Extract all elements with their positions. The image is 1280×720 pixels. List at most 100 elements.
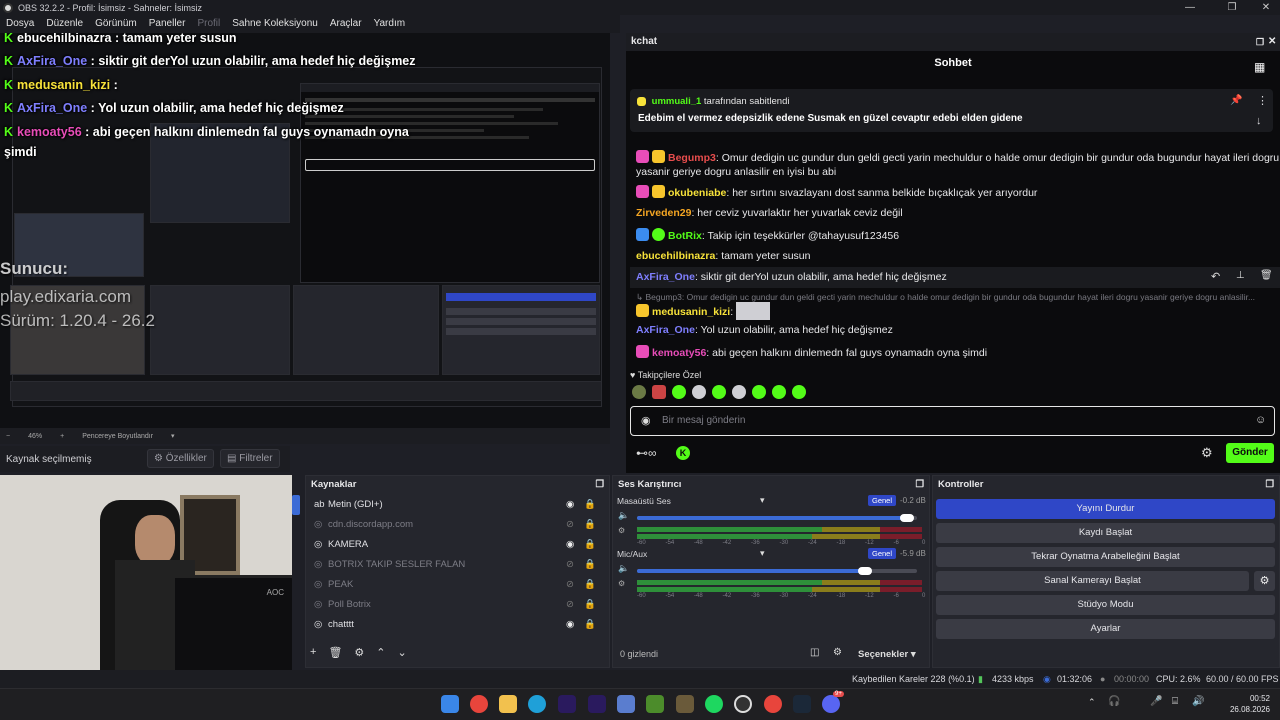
emote-icon[interactable] (632, 385, 646, 399)
channel-mode[interactable]: Genel (868, 548, 897, 559)
channel-mode[interactable]: Genel (868, 495, 897, 506)
add-source-icon[interactable]: + (310, 646, 316, 662)
preview-canvas[interactable]: Kebucehilbinazra : tamam yeter susun K Ax… (0, 33, 610, 428)
lock-icon[interactable]: 🔒 (584, 615, 596, 634)
menu-sahne-koleksiyonu[interactable]: Sahne Koleksiyonu (232, 15, 318, 33)
maximize-icon[interactable]: ❐ (1214, 0, 1250, 15)
zoom-out-icon[interactable]: − (6, 433, 10, 440)
menu-araclar[interactable]: Araçlar (330, 15, 362, 33)
lock-icon[interactable]: 🔒 (584, 495, 596, 514)
menu-dosya[interactable]: Dosya (6, 15, 34, 33)
studio-mode-button[interactable]: Stüdyo Modu (936, 595, 1275, 615)
pin-icon[interactable]: 📌 (1230, 95, 1242, 106)
filters-button[interactable]: ▤ Filtreler (220, 449, 280, 468)
emote-icon[interactable] (752, 385, 766, 399)
source-row[interactable]: ◎ PEAK ⊘ 🔒 (308, 575, 608, 594)
obs-taskbar-icon[interactable] (734, 695, 752, 713)
advanced-audio-icon[interactable]: ⚙ (833, 647, 842, 658)
lock-icon[interactable]: 🔒 (584, 535, 596, 554)
source-row[interactable]: ◎ Poll Botrix ⊘ 🔒 (308, 595, 608, 614)
trash-icon[interactable]: 🗑 (1260, 270, 1273, 281)
emote-icon[interactable] (672, 385, 686, 399)
mic-icon[interactable]: 🎤 (1150, 696, 1162, 707)
virtual-camera-settings-icon[interactable]: ⚙ (1254, 571, 1275, 591)
emote-icon[interactable] (792, 385, 806, 399)
emote-icon[interactable] (712, 385, 726, 399)
remove-source-icon[interactable]: 🗑 (328, 646, 342, 662)
undock-icon[interactable]: ❐ (915, 476, 924, 493)
headset-icon[interactable]: 🎧 (1108, 696, 1120, 707)
minimize-icon[interactable]: — (1172, 0, 1208, 15)
eye-off-icon[interactable]: ⊘ (566, 555, 574, 574)
emoji-icon[interactable]: ☺ (1255, 414, 1266, 426)
edge-icon[interactable] (528, 695, 546, 713)
chevron-down-icon[interactable]: ▾ (760, 548, 765, 559)
users-icon[interactable]: ▦ (1254, 60, 1265, 74)
source-row[interactable]: ◎ cdn.discordapp.com ⊘ 🔒 (308, 515, 608, 534)
clock[interactable]: 00:52 26.08.2026 (1222, 693, 1270, 715)
menu-gorunum[interactable]: Görünüm (95, 15, 137, 33)
send-button[interactable]: Gönder (1226, 443, 1274, 463)
source-row[interactable]: ◎ KAMERA ◉ 🔒 (308, 535, 608, 554)
eye-icon[interactable]: ◉ (566, 495, 574, 514)
opera-icon[interactable] (764, 695, 782, 713)
menu-yardim[interactable]: Yardım (374, 15, 406, 33)
chevron-down-icon[interactable]: ▾ (171, 432, 175, 440)
volume-handle[interactable] (858, 567, 872, 575)
source-row[interactable]: ab Metin (GDI+) ◉ 🔒 (308, 495, 608, 514)
kick-logo-icon[interactable]: K (676, 446, 690, 460)
start-replay-buffer-button[interactable]: Tekrar Oynatma Arabelleğini Başlat (936, 547, 1275, 567)
eye-icon[interactable]: ◉ (566, 535, 574, 554)
fit-to-window[interactable]: Pencereye Boyutlandır (82, 433, 153, 440)
chat-settings-icon[interactable]: ⚙ (1201, 445, 1213, 461)
audio-settings-icon[interactable]: ⚙ (618, 526, 625, 535)
steam-icon[interactable] (793, 695, 811, 713)
menu-paneller[interactable]: Paneller (149, 15, 186, 33)
lock-icon[interactable]: 🔒 (584, 515, 596, 534)
emote-icon[interactable] (732, 385, 746, 399)
eye-off-icon[interactable]: ⊘ (566, 515, 574, 534)
sources-scrollbar[interactable] (292, 495, 300, 515)
mixer-options-button[interactable]: Seçenekler ▾ (858, 649, 916, 660)
volume-icon[interactable]: 🔊 (1192, 696, 1204, 707)
zoom-in-icon[interactable]: + (60, 433, 64, 440)
close-icon[interactable]: ✕ (1248, 0, 1280, 15)
premiere-icon-2[interactable] (588, 695, 606, 713)
pin-icon[interactable]: ⊥ (1236, 270, 1245, 281)
source-row[interactable]: ◎ BOTRIX TAKIP SESLER FALAN ⊘ 🔒 (308, 555, 608, 574)
premiere-icon[interactable] (558, 695, 576, 713)
lock-icon[interactable]: 🔒 (584, 575, 596, 594)
speaker-icon[interactable]: 🔈 (618, 510, 629, 521)
zoom-level[interactable]: 46% (28, 433, 42, 440)
minecraft-icon[interactable] (646, 695, 664, 713)
properties-button[interactable]: ⚙ Özellikler (147, 449, 214, 468)
audio-settings-icon[interactable]: ⚙ (618, 579, 625, 588)
tray-chevron-icon[interactable]: ⌃ (1088, 697, 1096, 708)
chat-input[interactable]: Bir mesaj gönderin (662, 415, 745, 426)
app-icon[interactable] (617, 695, 635, 713)
source-settings-icon[interactable]: ⚙ (354, 646, 364, 662)
file-explorer-icon[interactable] (499, 695, 517, 713)
network-icon[interactable]: ⌸ (1172, 696, 1178, 707)
discord-icon[interactable] (822, 695, 840, 713)
spotify-icon[interactable] (705, 695, 723, 713)
lock-icon[interactable]: 🔒 (584, 595, 596, 614)
lock-icon[interactable]: 🔒 (584, 555, 596, 574)
close-dock-icon[interactable]: ✕ (1268, 33, 1276, 51)
emote-icon[interactable] (692, 385, 706, 399)
move-up-icon[interactable]: ⌃ (376, 646, 385, 662)
source-row[interactable]: ◎ chatttt ◉ 🔒 (308, 615, 608, 634)
eye-off-icon[interactable]: ⊘ (566, 595, 574, 614)
chat-message[interactable]: AxFira_One: siktir git derYol uzun olabi… (636, 270, 947, 285)
users-link-icon[interactable]: ⊷∞ (636, 446, 657, 460)
stop-streaming-button[interactable]: Yayını Durdur (936, 499, 1275, 519)
arrow-down-icon[interactable]: ↓ (1256, 115, 1262, 127)
layout-icon[interactable]: ◫ (810, 647, 819, 658)
menu-duzenle[interactable]: Düzenle (46, 15, 83, 33)
move-down-icon[interactable]: ⌄ (398, 646, 407, 662)
undock-icon[interactable]: ❐ (1265, 476, 1274, 493)
start-virtual-camera-button[interactable]: Sanal Kamerayı Başlat (936, 571, 1249, 591)
undock-icon[interactable]: ❐ (1256, 33, 1264, 51)
eye-icon[interactable]: ◉ (566, 615, 574, 634)
start-recording-button[interactable]: Kaydı Başlat (936, 523, 1275, 543)
